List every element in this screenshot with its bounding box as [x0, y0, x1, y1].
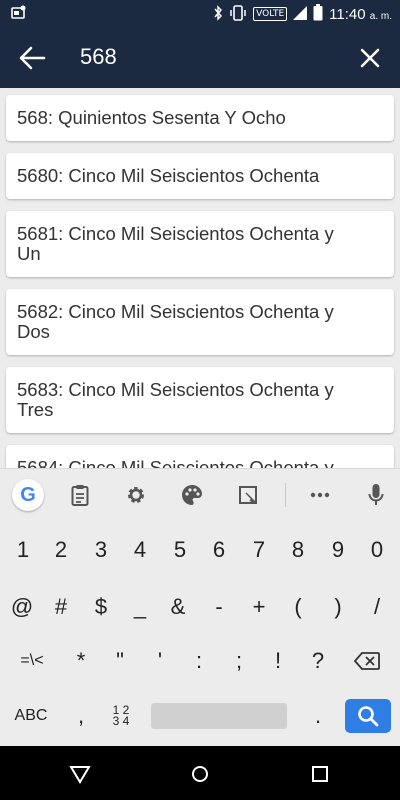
key-plus[interactable]: + [239, 585, 279, 629]
result-item[interactable]: 5680: Cinco Mil Seiscientos Ochenta [6, 153, 394, 199]
key-question[interactable]: ? [298, 639, 338, 683]
key-7[interactable]: 7 [239, 528, 279, 572]
result-item[interactable]: 568: Quinientos Sesenta Y Ocho [6, 95, 394, 141]
result-text: 5683: Cinco Mil Seiscientos Ochenta y [17, 379, 334, 400]
result-text: 5684: Cinco Mil Seiscientos Ochenta y [17, 457, 334, 469]
key-single-quote[interactable]: ' [140, 639, 180, 683]
key-colon[interactable]: : [179, 639, 219, 683]
keyboard-toolbar: G [0, 469, 400, 521]
back-triangle-icon[interactable] [68, 762, 92, 786]
key-6[interactable]: 6 [199, 528, 239, 572]
backspace-icon[interactable] [347, 639, 387, 683]
key-dollar[interactable]: $ [81, 585, 121, 629]
notification-icon [10, 5, 26, 24]
key-minus[interactable]: - [199, 585, 239, 629]
palette-icon[interactable] [176, 479, 208, 511]
fraction-key-bottom: 3 4 [112, 714, 130, 728]
key-hash[interactable]: # [41, 585, 81, 629]
clock: 11:40 a. m. [329, 6, 392, 23]
recents-square-icon[interactable] [308, 762, 332, 786]
search-icon [358, 706, 379, 727]
result-item[interactable]: 5682: Cinco Mil Seiscientos Ochenta y Do… [6, 289, 394, 355]
more-icon[interactable] [304, 479, 336, 511]
key-ampersand[interactable]: & [158, 585, 198, 629]
result-text: 5680: Cinco Mil Seiscientos Ochenta [17, 165, 320, 186]
search-key[interactable] [345, 699, 391, 733]
result-item[interactable]: 5681: Cinco Mil Seiscientos Ochenta y Un [6, 211, 394, 277]
fraction-key[interactable]: 1 2 3 4 [101, 694, 141, 738]
clock-ampm: a. m. [369, 10, 392, 22]
google-icon[interactable]: G [12, 479, 44, 511]
gear-icon[interactable] [120, 479, 152, 511]
bluetooth-icon [213, 4, 223, 24]
key-4[interactable]: 4 [120, 528, 160, 572]
battery-icon [313, 4, 323, 24]
more-symbols-key[interactable]: =\< [12, 639, 52, 683]
clipboard-icon[interactable] [64, 479, 96, 511]
close-icon[interactable] [358, 46, 382, 70]
key-0[interactable]: 0 [357, 528, 397, 572]
keyboard: G 1 2 3 4 5 6 7 8 9 0 @ # $ _ & - + ( ) [0, 468, 400, 746]
toolbar-divider [285, 483, 286, 507]
key-asterisk[interactable]: * [61, 639, 101, 683]
key-8[interactable]: 8 [278, 528, 318, 572]
key-comma[interactable]: , [61, 694, 101, 738]
result-text: Dos [17, 321, 50, 342]
key-period[interactable]: . [298, 694, 338, 738]
key-3[interactable]: 3 [81, 528, 121, 572]
key-underscore[interactable]: _ [120, 585, 160, 629]
key-slash[interactable]: / [357, 585, 397, 629]
result-item[interactable]: 5683: Cinco Mil Seiscientos Ochenta y Tr… [6, 367, 394, 433]
abc-key[interactable]: ABC [11, 694, 51, 738]
key-1[interactable]: 1 [3, 528, 43, 572]
search-app-bar: 568 [0, 28, 400, 88]
key-open-paren[interactable]: ( [278, 585, 318, 629]
home-circle-icon[interactable] [188, 762, 212, 786]
result-text: Tres [17, 399, 54, 420]
signal-icon [293, 5, 308, 23]
vibrate-icon [229, 4, 247, 24]
key-double-quote[interactable]: " [100, 639, 140, 683]
result-text: Un [17, 243, 41, 264]
status-bar: VOLTE 11:40 a. m. [0, 0, 400, 28]
mic-icon[interactable] [360, 479, 392, 511]
screenshot-icon[interactable] [232, 479, 264, 511]
results-list: 568: Quinientos Sesenta Y Ocho 5680: Cin… [0, 88, 400, 468]
result-text: 5682: Cinco Mil Seiscientos Ochenta y [17, 301, 334, 322]
key-9[interactable]: 9 [318, 528, 358, 572]
back-arrow-icon[interactable] [18, 45, 46, 71]
key-5[interactable]: 5 [160, 528, 200, 572]
volte-badge: VOLTE [253, 7, 288, 21]
search-input[interactable]: 568 [80, 44, 117, 70]
navigation-bar [0, 746, 400, 800]
key-semicolon[interactable]: ; [219, 639, 259, 683]
clock-time: 11:40 [329, 5, 366, 23]
space-bar[interactable] [151, 703, 287, 729]
result-text: 5681: Cinco Mil Seiscientos Ochenta y [17, 223, 334, 244]
key-2[interactable]: 2 [41, 528, 81, 572]
key-at[interactable]: @ [2, 585, 42, 629]
result-text: 568: Quinientos Sesenta Y Ocho [17, 107, 286, 128]
result-item[interactable]: 5684: Cinco Mil Seiscientos Ochenta y [6, 445, 394, 468]
key-close-paren[interactable]: ) [318, 585, 358, 629]
key-exclamation[interactable]: ! [258, 639, 298, 683]
